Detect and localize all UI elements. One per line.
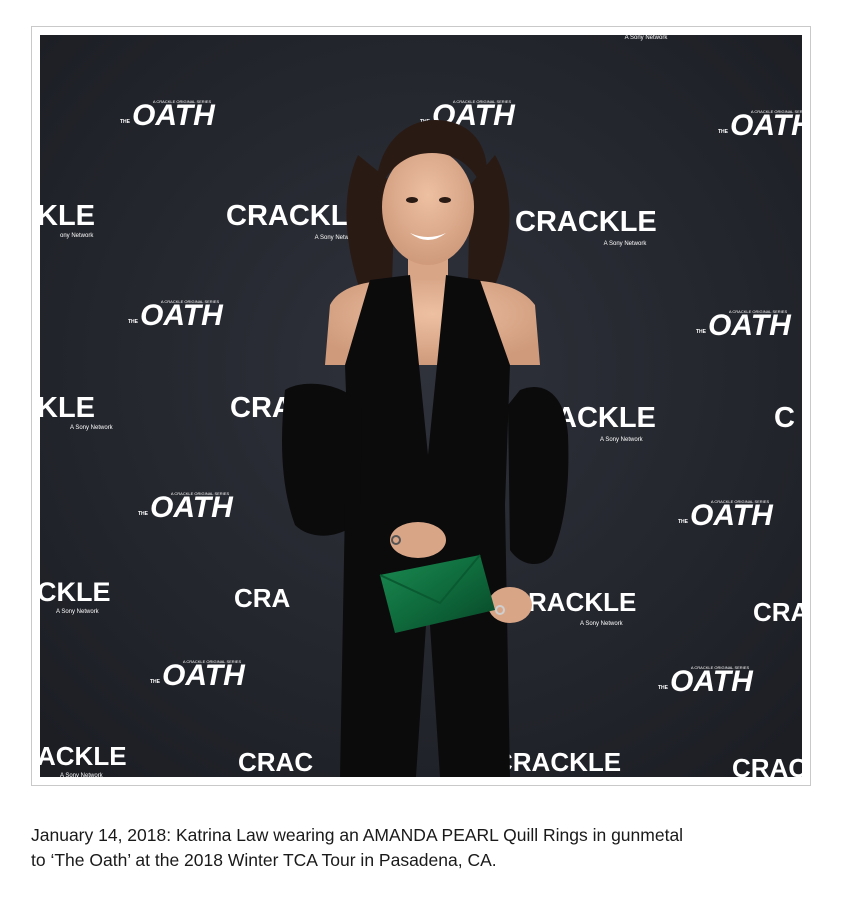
caption-line-1: January 14, 2018: Katrina Law wearing an… bbox=[31, 825, 684, 845]
crackle-logo: CRA bbox=[234, 583, 291, 613]
crackle-logo: CRACKLE bbox=[494, 747, 621, 777]
crackle-logo: CKLE bbox=[40, 577, 111, 607]
event-photo-graphic: A Sony NetworkA CRACKLE ORIGINAL SERIEST… bbox=[40, 35, 802, 777]
oath-logo-prefix: THE bbox=[128, 319, 139, 325]
oath-logo: OATH bbox=[162, 659, 246, 692]
oath-logo: OATH bbox=[150, 491, 234, 524]
crackle-logo: CRACKLE bbox=[515, 206, 657, 238]
crackle-logo-tagline: A Sony Network bbox=[60, 773, 104, 777]
crackle-logo: CRAC bbox=[732, 753, 802, 777]
left-eye bbox=[406, 197, 418, 203]
oath-logo: OATH bbox=[730, 109, 802, 142]
oath-logo-prefix: THE bbox=[150, 679, 161, 685]
crackle-logo-tagline: A Sony Network bbox=[56, 609, 100, 615]
crackle-logo-tagline: A Sony Network bbox=[580, 621, 624, 627]
crackle-logo: CRAC bbox=[238, 747, 313, 777]
oath-logo: OATH bbox=[708, 309, 792, 342]
oath-logo: OATH bbox=[132, 99, 216, 132]
photo-caption: January 14, 2018: Katrina Law wearing an… bbox=[31, 823, 821, 873]
caption-line-2: to ‘The Oath’ at the 2018 Winter TCA Tou… bbox=[31, 850, 497, 870]
crackle-logo: CRA bbox=[753, 597, 802, 627]
crackle-logo-tagline: A Sony Network bbox=[70, 425, 114, 431]
right-hand bbox=[488, 587, 532, 623]
crackle-logo: RACKLE bbox=[528, 587, 636, 617]
oath-logo-prefix: THE bbox=[718, 129, 729, 135]
right-eye bbox=[439, 197, 451, 203]
face bbox=[382, 149, 474, 265]
oath-logo: OATH bbox=[140, 299, 224, 332]
page: A Sony Network A CRACKLE ORIGINAL SERIES T… bbox=[0, 0, 842, 900]
crackle-logo: C bbox=[774, 402, 795, 434]
oath-logo-prefix: THE bbox=[658, 685, 669, 691]
crackle-logo-tagline: A Sony Network bbox=[604, 241, 648, 247]
oath-logo-prefix: THE bbox=[696, 329, 707, 335]
left-hand bbox=[390, 522, 446, 558]
crackle-logo-tagline: ony Network bbox=[60, 233, 94, 239]
crackle-logo: KLE bbox=[40, 392, 95, 424]
oath-logo-prefix: THE bbox=[678, 519, 689, 525]
crackle-logo-tagline: A Sony Network bbox=[600, 437, 644, 443]
crackle-logo: KLE bbox=[40, 200, 95, 232]
oath-logo-prefix: THE bbox=[138, 511, 149, 517]
top-logo-fragment: A Sony Network bbox=[625, 35, 669, 41]
oath-logo: OATH bbox=[690, 499, 774, 532]
crackle-logo: ACKLE bbox=[40, 741, 127, 771]
oath-logo: OATH bbox=[670, 665, 754, 698]
photo-frame: A Sony Network A CRACKLE ORIGINAL SERIES T… bbox=[31, 26, 811, 786]
event-photo: A Sony Network A CRACKLE ORIGINAL SERIES T… bbox=[40, 35, 802, 777]
oath-logo-prefix: THE bbox=[120, 119, 131, 125]
crackle-logo: ACKLE bbox=[556, 402, 656, 434]
